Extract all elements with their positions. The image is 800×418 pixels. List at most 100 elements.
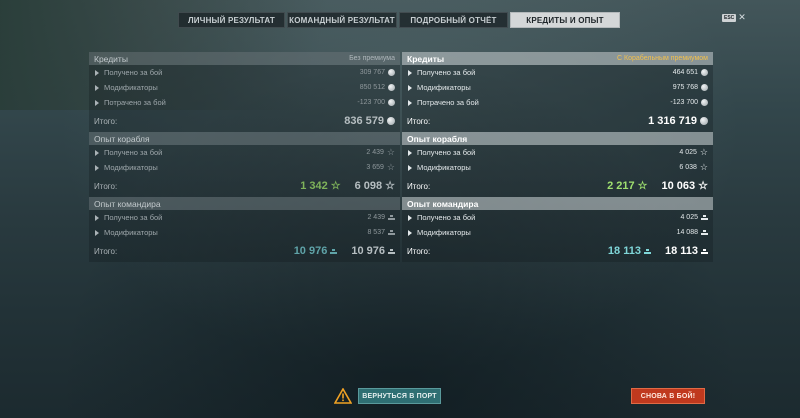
commander-xp-icon xyxy=(701,215,708,220)
ship-xp-block: Получено за бой 4 025 ☆ Модификаторы 6 03… xyxy=(402,145,713,197)
row-value: 8 537 xyxy=(367,229,385,236)
credits-header: Кредиты С Корабельным премиумом xyxy=(402,52,713,65)
commander-xp-row-earned[interactable]: Получено за бой 4 025 xyxy=(402,210,713,225)
ship-xp-row-modifiers[interactable]: Модификаторы 6 038 ☆ xyxy=(402,160,713,175)
commander-xp-row-modifiers[interactable]: Модификаторы 8 537 xyxy=(89,225,400,240)
silver-coin-icon xyxy=(388,84,395,91)
tab-personal-result[interactable]: ЛИЧНЫЙ РЕЗУЛЬТАТ xyxy=(178,12,285,28)
expand-arrow-icon xyxy=(408,99,412,106)
credits-total: Итого: 1 316 719 xyxy=(402,110,713,132)
credits-header: Кредиты Без премиума xyxy=(89,52,400,65)
silver-coin-icon xyxy=(387,117,395,125)
expand-arrow-icon xyxy=(408,214,412,221)
row-label: Модификаторы xyxy=(104,228,158,237)
tab-credits-and-xp[interactable]: КРЕДИТЫ И ОПЫТ xyxy=(510,12,620,28)
ship-xp-row-earned[interactable]: Получено за бой 2 439 ☆ xyxy=(89,145,400,160)
commander-xp-icon xyxy=(701,248,708,254)
star-icon: ☆ xyxy=(698,179,708,192)
section-title: Опыт корабля xyxy=(407,133,468,144)
commander-xp-icon xyxy=(388,248,395,254)
ship-xp-header: Опыт корабля xyxy=(402,132,713,145)
commander-xp-icon xyxy=(388,215,395,220)
ship-xp-header: Опыт корабля xyxy=(89,132,400,145)
expand-arrow-icon xyxy=(408,69,412,76)
credits-block: Получено за бой 464 651 Модификаторы 975… xyxy=(402,65,713,132)
row-value: 4 025 xyxy=(680,214,698,221)
row-label: Получено за бой xyxy=(104,148,163,157)
total-label: Итого: xyxy=(94,116,118,126)
elite-xp-icon xyxy=(643,248,651,254)
total-label: Итого: xyxy=(94,181,118,191)
close-button[interactable]: ESC ✕ xyxy=(722,13,746,22)
total-label: Итого: xyxy=(94,246,118,256)
close-icon: ✕ xyxy=(738,12,746,22)
premium-tag: С Корабельным премиумом xyxy=(617,55,708,62)
expand-arrow-icon xyxy=(95,69,99,76)
expand-arrow-icon xyxy=(95,149,99,156)
commander-xp-block: Получено за бой 4 025 Модификаторы 14 08… xyxy=(402,210,713,262)
expand-arrow-icon xyxy=(95,84,99,91)
commander-xp-total: Итого: 18 113 18 113 xyxy=(402,240,713,262)
total-value: 10 976 xyxy=(351,245,385,257)
tab-team-result[interactable]: КОМАНДНЫЙ РЕЗУЛЬТАТ xyxy=(287,12,397,28)
section-title: Опыт командира xyxy=(407,198,479,209)
elite-xp-value: 10 976 xyxy=(293,245,328,257)
battle-again-button[interactable]: СНОВА В БОЙ! xyxy=(631,388,705,404)
row-value: 4 025 xyxy=(679,149,697,156)
row-value: -123 700 xyxy=(357,99,385,106)
credits-row-earned[interactable]: Получено за бой 309 767 xyxy=(89,65,400,80)
commander-xp-row-earned[interactable]: Получено за бой 2 439 xyxy=(89,210,400,225)
total-value: 10 063 xyxy=(661,180,696,192)
credits-total: Итого: 836 579 xyxy=(89,110,400,132)
total-value: 1 316 719 xyxy=(648,115,697,127)
star-icon: ☆ xyxy=(385,179,395,192)
commander-xp-row-modifiers[interactable]: Модификаторы 14 088 xyxy=(402,225,713,240)
warning-triangle-icon[interactable] xyxy=(334,388,352,404)
star-icon: ☆ xyxy=(699,147,708,157)
credits-row-modifiers[interactable]: Модификаторы 850 512 xyxy=(89,80,400,95)
elite-xp-icon xyxy=(330,248,338,254)
credits-block: Получено за бой 309 767 Модификаторы 850… xyxy=(89,65,400,132)
row-label: Получено за бой xyxy=(104,213,163,222)
expand-arrow-icon xyxy=(408,164,412,171)
credits-row-earned[interactable]: Получено за бой 464 651 xyxy=(402,65,713,80)
row-label: Получено за бой xyxy=(417,148,476,157)
section-title: Опыт командира xyxy=(94,198,161,209)
row-label: Модификаторы xyxy=(417,163,471,172)
total-value: 836 579 xyxy=(344,115,384,127)
free-xp-value: 1 342 xyxy=(300,180,328,192)
commander-xp-header: Опыт командира xyxy=(89,197,400,210)
credits-row-modifiers[interactable]: Модификаторы 975 768 xyxy=(402,80,713,95)
total-value: 18 113 xyxy=(664,245,698,257)
row-value: -123 700 xyxy=(670,99,698,106)
credits-row-spent[interactable]: Потрачено за бой -123 700 xyxy=(402,95,713,110)
ship-xp-row-modifiers[interactable]: Модификаторы 3 659 ☆ xyxy=(89,160,400,175)
row-value: 2 439 xyxy=(366,149,384,156)
row-label: Потрачено за бой xyxy=(104,98,166,107)
silver-coin-icon xyxy=(701,69,708,76)
commander-xp-header: Опыт командира xyxy=(402,197,713,210)
total-label: Итого: xyxy=(407,181,431,191)
row-label: Потрачено за бой xyxy=(417,98,479,107)
expand-arrow-icon xyxy=(95,99,99,106)
silver-coin-icon xyxy=(701,84,708,91)
row-value: 2 439 xyxy=(367,214,385,221)
silver-coin-icon xyxy=(701,99,708,106)
silver-coin-icon xyxy=(388,99,395,106)
commander-xp-icon xyxy=(388,230,395,235)
tab-detailed-report[interactable]: ПОДРОБНЫЙ ОТЧЁТ xyxy=(399,12,508,28)
section-title: Опыт корабля xyxy=(94,133,150,144)
premium-tag: Без премиума xyxy=(349,55,395,62)
credits-row-spent[interactable]: Потрачено за бой -123 700 xyxy=(89,95,400,110)
return-to-port-button[interactable]: ВЕРНУТЬСЯ В ПОРТ xyxy=(358,388,441,404)
expand-arrow-icon xyxy=(408,84,412,91)
row-label: Модификаторы xyxy=(104,163,158,172)
ship-xp-total: Итого: 1 342 ☆ 6 098 ☆ xyxy=(89,175,400,197)
section-title: Кредиты xyxy=(94,53,128,64)
ship-xp-row-earned[interactable]: Получено за бой 4 025 ☆ xyxy=(402,145,713,160)
total-value: 6 098 xyxy=(354,180,383,192)
row-value: 975 768 xyxy=(672,84,698,91)
row-label: Получено за бой xyxy=(417,68,476,77)
star-icon: ☆ xyxy=(386,147,395,157)
row-value: 850 512 xyxy=(359,84,385,91)
